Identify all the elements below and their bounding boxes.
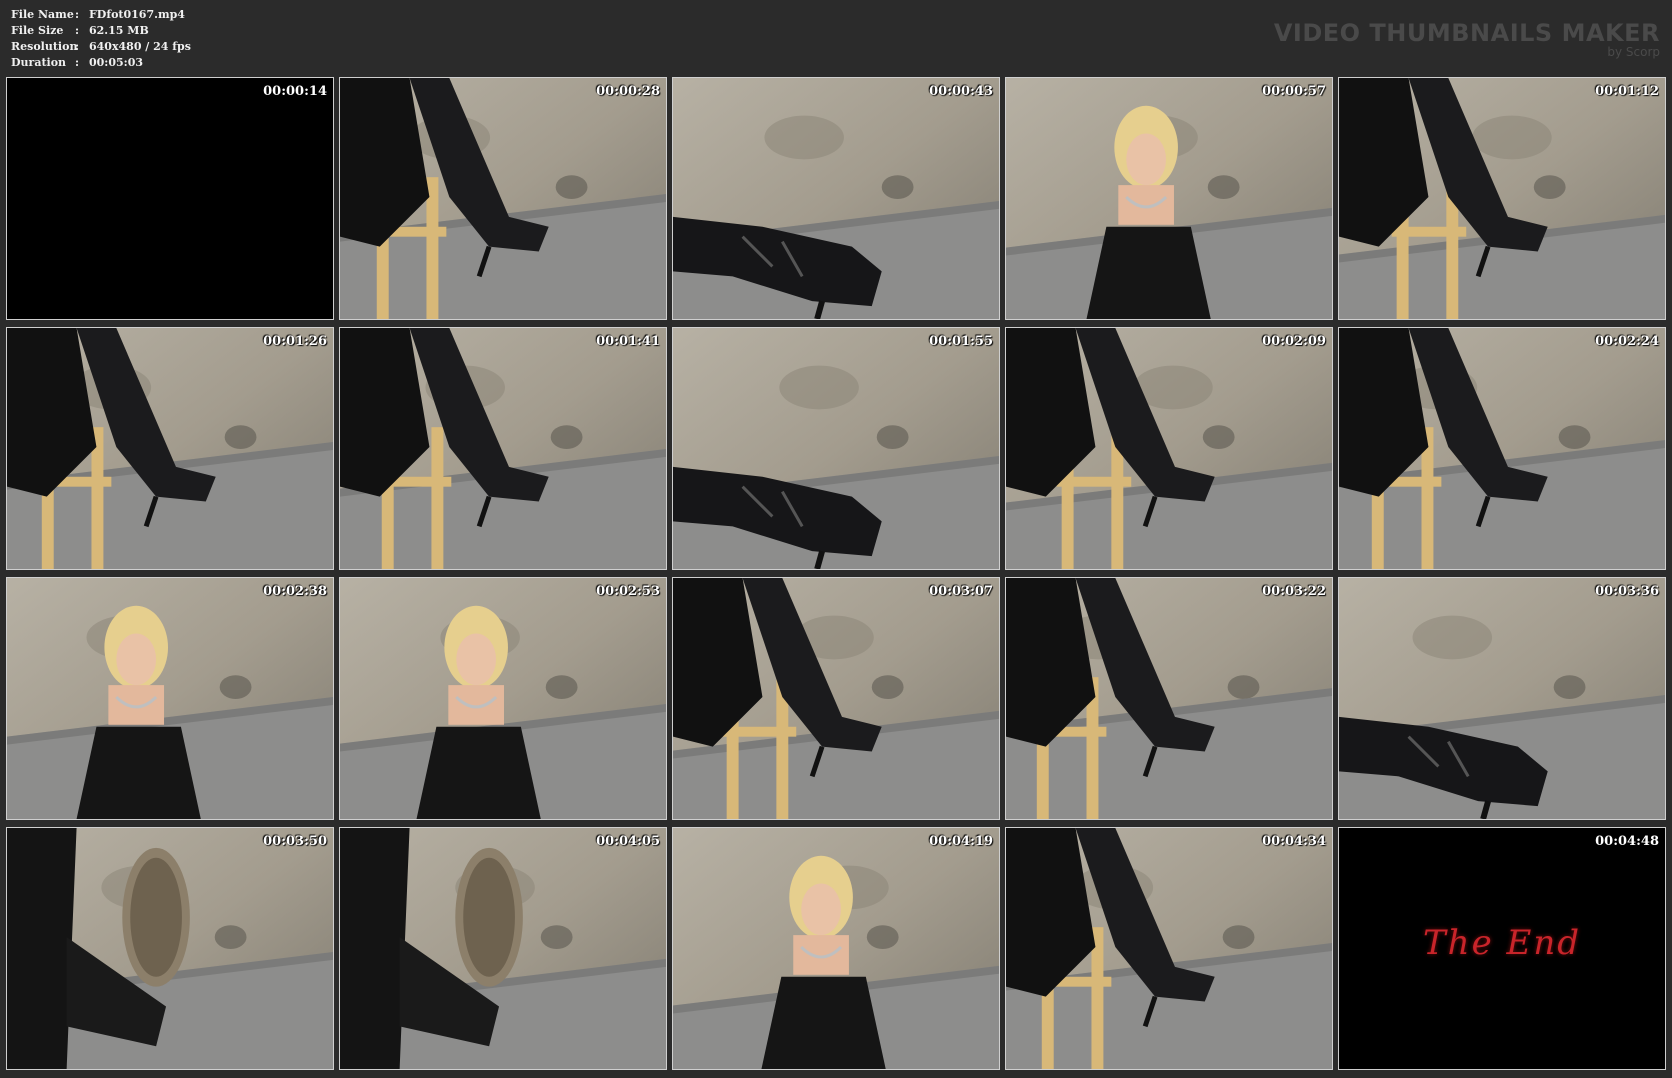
- thumbnail-timestamp: 00:02:09: [1262, 334, 1326, 349]
- file-info-row: File Name : FDfot0167.mp4: [11, 7, 191, 23]
- thumbnail-timestamp: 00:04:34: [1262, 834, 1326, 849]
- info-label: Duration: [11, 56, 67, 69]
- thumbnail-timestamp: 00:01:41: [596, 334, 660, 349]
- thumbnail-frame: 00:01:26: [6, 327, 334, 570]
- thumbnail-frame: 00:02:09: [1005, 327, 1333, 570]
- info-label: File Name: [11, 8, 74, 21]
- info-label: File Size: [11, 24, 64, 37]
- thumbnail-frame: 00:00:14: [6, 77, 334, 320]
- thumbnail-timestamp: 00:03:22: [1262, 584, 1326, 599]
- info-value: 62.15 MB: [89, 24, 149, 37]
- thumbnail-frame: 00:02:53: [339, 577, 667, 820]
- thumbnail-frame: 00:04:19: [672, 827, 1000, 1070]
- thumbnail-timestamp: 00:00:43: [929, 84, 993, 99]
- thumbnail-frame: 00:02:24: [1338, 327, 1666, 570]
- info-value: 640x480 / 24 fps: [89, 40, 191, 53]
- brand-watermark: VIDEO THUMBNAILS MAKER by Scorp: [1274, 20, 1660, 58]
- thumbnail-frame: 00:00:57: [1005, 77, 1333, 320]
- thumbnail-frame: 00:00:43: [672, 77, 1000, 320]
- thumbnail-timestamp: 00:01:12: [1595, 84, 1659, 99]
- thumbnail-frame: 00:04:34: [1005, 827, 1333, 1070]
- info-separator: :: [75, 40, 80, 53]
- thumbnail-timestamp: 00:01:55: [929, 334, 993, 349]
- thumbnail-timestamp: 00:04:19: [929, 834, 993, 849]
- file-info: File Name : FDfot0167.mp4 File Size : 62…: [11, 7, 191, 71]
- thumbnail-timestamp: 00:00:28: [596, 84, 660, 99]
- thumbnail-timestamp: 00:02:24: [1595, 334, 1659, 349]
- info-separator: :: [75, 56, 80, 69]
- thumbnail-frame: 00:01:41: [339, 327, 667, 570]
- thumbnail-timestamp: 00:04:48: [1595, 834, 1659, 849]
- info-label: Resolution: [11, 40, 78, 53]
- thumbnail-frame: 00:04:48 The End: [1338, 827, 1666, 1070]
- thumbnail-timestamp: 00:03:07: [929, 584, 993, 599]
- thumbnail-frame: 00:01:12: [1338, 77, 1666, 320]
- file-info-row: Duration : 00:05:03: [11, 55, 191, 71]
- thumbnail-timestamp: 00:01:26: [263, 334, 327, 349]
- end-caption: The End: [1423, 923, 1581, 963]
- sheet-header: File Name : FDfot0167.mp4 File Size : 62…: [0, 0, 1672, 76]
- file-info-row: File Size : 62.15 MB: [11, 23, 191, 39]
- thumbnail-timestamp: 00:00:14: [263, 84, 327, 99]
- thumbnail-timestamp: 00:02:53: [596, 584, 660, 599]
- info-separator: :: [75, 8, 80, 21]
- thumbnail-frame: 00:03:50: [6, 827, 334, 1070]
- thumbnail-timestamp: 00:04:05: [596, 834, 660, 849]
- thumbnail-frame: 00:03:07: [672, 577, 1000, 820]
- thumbnail-grid: 00:00:14 00:00:28 00:00:43 00:00:57 00:01:12…: [6, 77, 1666, 1070]
- thumbnail-timestamp: 00:03:36: [1595, 584, 1659, 599]
- info-separator: :: [75, 24, 80, 37]
- thumbnail-frame: 00:02:38: [6, 577, 334, 820]
- brand-title: VIDEO THUMBNAILS MAKER: [1273, 19, 1660, 47]
- thumbnail-frame: 00:03:22: [1005, 577, 1333, 820]
- info-value: 00:05:03: [89, 56, 144, 69]
- thumbnail-frame: 00:04:05: [339, 827, 667, 1070]
- brand-subtitle: by Scorp: [1607, 45, 1660, 59]
- thumbnail-timestamp: 00:03:50: [263, 834, 327, 849]
- thumbnail-frame: 00:01:55: [672, 327, 1000, 570]
- info-value: FDfot0167.mp4: [89, 8, 185, 21]
- thumbnail-timestamp: 00:02:38: [263, 584, 327, 599]
- thumbnail-frame: 00:03:36: [1338, 577, 1666, 820]
- thumbnail-frame: 00:00:28: [339, 77, 667, 320]
- file-info-row: Resolution : 640x480 / 24 fps: [11, 39, 191, 55]
- thumbnail-timestamp: 00:00:57: [1262, 84, 1326, 99]
